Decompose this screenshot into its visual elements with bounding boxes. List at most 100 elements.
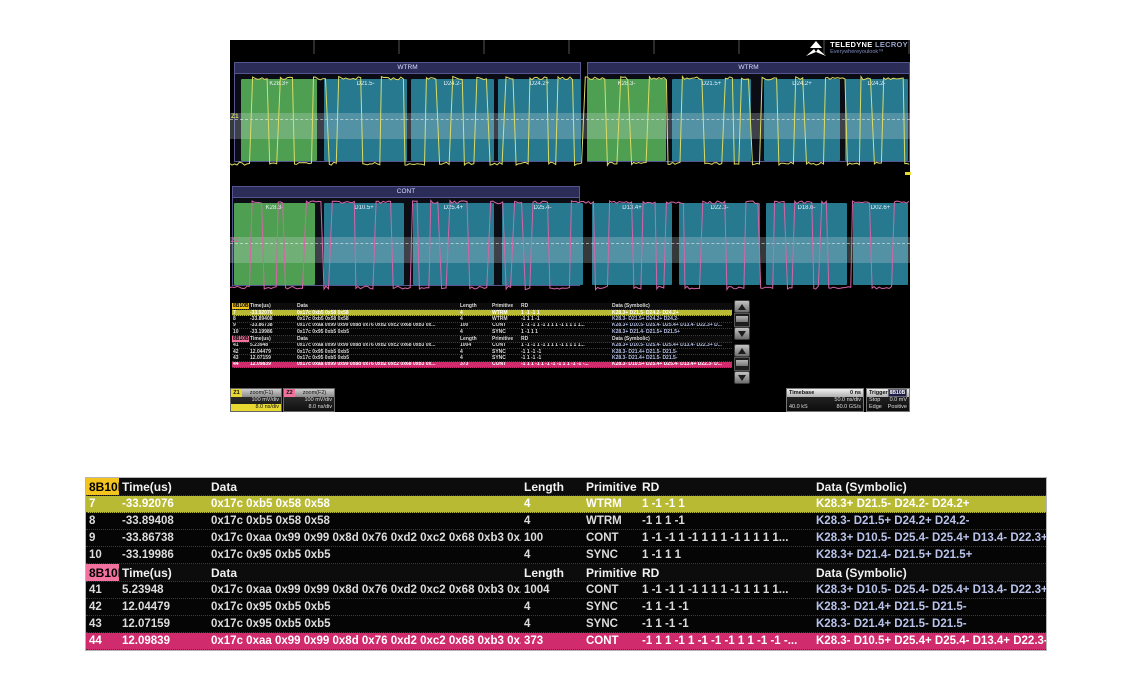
cell: 12.07159 — [249, 355, 296, 360]
column-header: Data — [208, 564, 521, 581]
cell: 12.04479 — [119, 599, 208, 615]
table-header-row: 8B10BTime(us)DataLengthPrimitiveRDData (… — [232, 303, 732, 310]
cell: K28.3+ D10.5- D25.4- D25.4+ D13.4- D22.3… — [813, 530, 1046, 546]
scrollbar-thumb[interactable] — [736, 316, 748, 322]
cell: 1 -1 -1 1 -1 1 1 1 -1 1 1 1 1... — [520, 323, 611, 328]
row-index-header: 8B10B — [86, 564, 119, 581]
symbol-box: K28.3- — [234, 203, 315, 285]
cell: 0x17c 0xaa 0x99 0x99 0x8d 0x76 0xd2 0xc2… — [208, 530, 521, 546]
symbol-label: D24.2- — [845, 81, 908, 87]
symbol-label: D24.2+ — [498, 81, 581, 87]
column-header: Data — [208, 478, 521, 495]
timebase-offset: 0 ns — [850, 389, 861, 397]
row-index-header: 8B10B — [86, 478, 119, 495]
cell: 373 — [459, 362, 491, 367]
descriptor-z1[interactable]: Z1 zoom(F1) 100 mV/div 8.0 ns/div — [230, 388, 282, 412]
trigger-box[interactable]: Trigger 8B10B Stop 0.0 mV Edge Positive — [866, 388, 910, 412]
row-index: 43 — [86, 616, 119, 632]
z2-tdiv: 8.0 ns/div — [284, 404, 334, 411]
cell: 0x17c 0x95 0xb5 0xb5 — [208, 547, 521, 563]
scroll-up-button[interactable] — [734, 300, 750, 313]
teledyne-lecroy-logo: TELEDYNE LECROY Everywhereyoulook™ — [805, 41, 908, 58]
timebase-box[interactable]: Timebase 0 ns 50.0 ns/div 40.0 kS 80.0 G… — [786, 388, 864, 412]
cell: 100 — [459, 323, 491, 328]
column-header: Data — [296, 336, 459, 342]
cell: 0x17c 0xaa 0x99 0x99 0x8d 0x76 0xd2 0xc2… — [208, 633, 521, 649]
row-index: 44 — [86, 633, 119, 649]
cell: 4 — [459, 329, 491, 334]
cell: 0x17c 0x95 0xb5 0xb5 — [296, 355, 459, 360]
cell: 0x17c 0xb5 0x58 0x58 — [296, 316, 459, 321]
symbol-box: D18.6- — [766, 203, 847, 285]
cell: K28.3+ D21.4- D21.5+ D21.5+ — [813, 547, 1046, 563]
cell: K28.3+ D10.5- D25.4- D25.4+ D13.4- D22.3… — [813, 582, 1046, 598]
cell: 5.23948 — [249, 343, 296, 348]
row-index: 9 — [232, 323, 249, 328]
symbol-box: D21.5+ — [672, 79, 751, 161]
cell: SYNC — [491, 355, 520, 360]
scrollbar-table1 — [734, 300, 750, 342]
cell: 4 — [521, 547, 583, 563]
scrollbar-track[interactable] — [734, 357, 750, 371]
column-header: Length — [521, 478, 583, 495]
scroll-up-button[interactable] — [734, 344, 750, 357]
cell: -33.89408 — [119, 513, 208, 529]
cell: CONT — [491, 323, 520, 328]
cell: -1 1 -1 -1 — [639, 599, 813, 615]
column-header: Data (Symbolic) — [813, 564, 1046, 581]
cell: 373 — [521, 633, 583, 649]
row-index-header: 8B10B — [232, 303, 249, 309]
arrow-down-icon — [738, 331, 746, 337]
table-row: 7-33.920760x17c 0xb5 0x58 0x584WTRM1 -1 … — [86, 496, 1046, 513]
cell: 12.09839 — [249, 362, 296, 367]
cell: CONT — [583, 582, 639, 598]
table-header-row: 8B10BTime(us)DataLengthPrimitiveRDData (… — [86, 564, 1046, 582]
cell: K28.3+ D21.5- D24.2- D24.2+ — [611, 310, 732, 315]
symbol-box: D22.3- — [679, 203, 760, 285]
cell: 12.04479 — [249, 349, 296, 354]
descriptor-z2[interactable]: Z2 zoom(F2) 100 mV/div 8.0 ns/div — [283, 388, 335, 412]
cell: 4 — [459, 316, 491, 321]
table-header-row: 8B10BTime(us)DataLengthPrimitiveRDData (… — [86, 478, 1046, 496]
symbol-box: D10.5+ — [324, 203, 404, 285]
primitive-label: CONT — [397, 187, 415, 197]
symbol-box: D24.2- — [845, 79, 908, 161]
cell: -33.19986 — [249, 329, 296, 334]
column-header: RD — [639, 564, 813, 581]
scrollbar-thumb[interactable] — [736, 360, 748, 366]
cell: K28.3+ D10.5- D25.4- D25.4+ D13.4- D22.3… — [611, 343, 732, 348]
descriptor-z1-tab: Z1 zoom(F1) — [231, 389, 281, 397]
symbol-label: D18.6- — [766, 205, 847, 211]
cell: 1004 — [459, 343, 491, 348]
cell: -33.86738 — [119, 530, 208, 546]
cell: 0x17c 0x95 0xb5 0xb5 — [296, 349, 459, 354]
descriptor-z2-tab: Z2 zoom(F2) — [284, 389, 334, 397]
decode-table-mini: 8B10BTime(us)DataLengthPrimitiveRDData (… — [232, 303, 732, 368]
decode-table-large: 8B10BTime(us)DataLengthPrimitiveRDData (… — [85, 477, 1047, 651]
cell: CONT — [491, 343, 520, 348]
trigger-level-marker — [905, 172, 911, 175]
symbol-label: D25.4+ — [413, 205, 494, 211]
cell: -33.19986 — [119, 547, 208, 563]
table-row: 4212.044790x17c 0x95 0xb5 0xb54SYNC-1 1 … — [86, 599, 1046, 616]
table-row[interactable]: 4412.098390x17c 0xaa 0x99 0x99 0x8d 0x76… — [232, 362, 732, 368]
cell: K28.3- D21.4+ D21.5- D21.5- — [611, 355, 732, 360]
cell: 12.07159 — [119, 616, 208, 632]
row-index: 10 — [86, 547, 119, 563]
row-index: 43 — [232, 355, 249, 360]
cell: WTRM — [491, 316, 520, 321]
cell: 4 — [459, 355, 491, 360]
row-index: 41 — [86, 582, 119, 598]
table-row: 4312.071590x17c 0x95 0xb5 0xb54SYNC-1 1 … — [86, 616, 1046, 633]
timebase-title: Timebase — [789, 389, 814, 397]
cell: WTRM — [583, 496, 639, 512]
column-header: Time(us) — [249, 336, 296, 342]
cell: 4 — [521, 513, 583, 529]
column-header: Primitive — [583, 478, 639, 495]
cell: -1 1 1 -1 1 -1 -1 -1 1 1 -1 -1 -... — [639, 633, 813, 649]
scroll-down-button[interactable] — [734, 327, 750, 340]
symbol-label: D25.4- — [502, 205, 583, 211]
scrollbar-track[interactable] — [734, 313, 750, 327]
column-header: Data — [296, 303, 459, 309]
scroll-down-button[interactable] — [734, 371, 750, 384]
